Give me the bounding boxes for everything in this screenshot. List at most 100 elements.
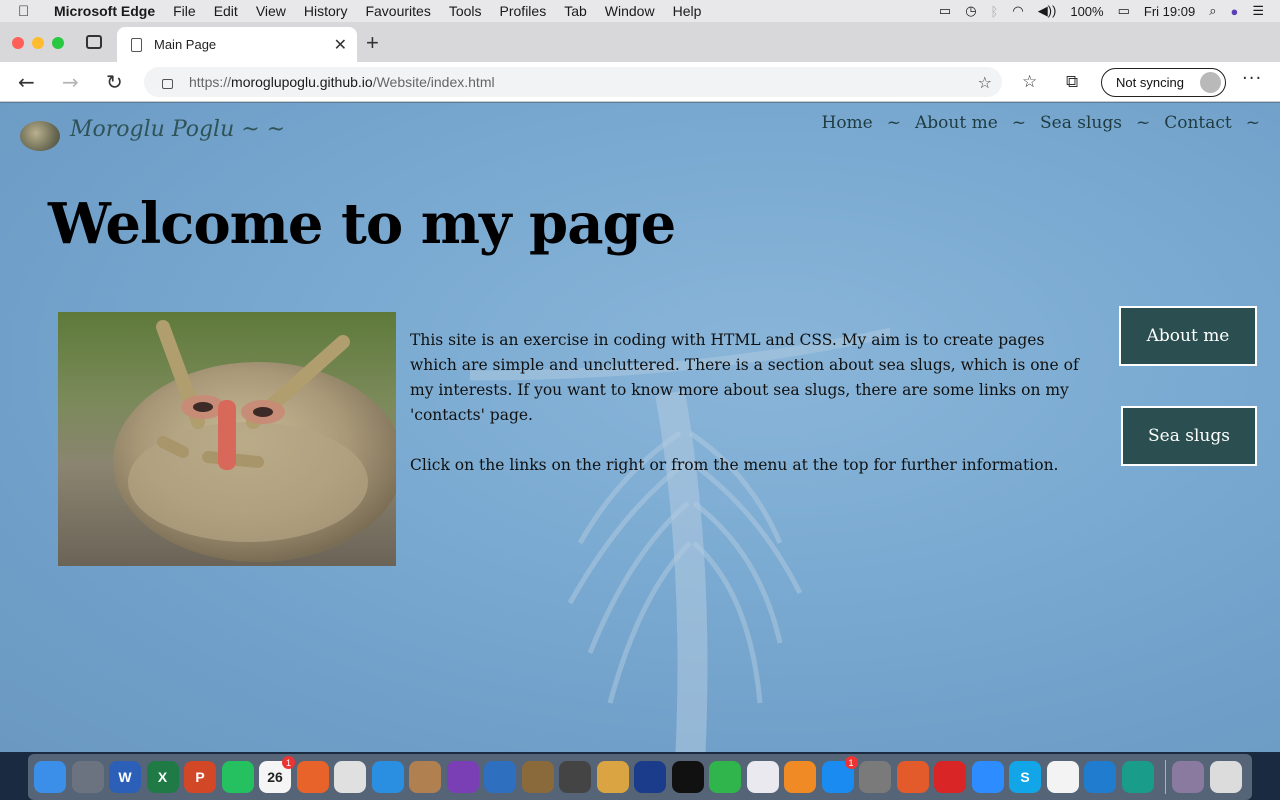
vscode-icon[interactable]: [1084, 761, 1116, 793]
close-tab-icon[interactable]: ✕: [334, 35, 347, 54]
menu-help[interactable]: Help: [673, 3, 702, 19]
menu-history[interactable]: History: [304, 3, 348, 19]
nav-about-me[interactable]: About me: [911, 113, 1002, 133]
tab-actions-icon[interactable]: [86, 35, 102, 49]
itunes-icon[interactable]: [746, 761, 779, 793]
nav-sea-slugs[interactable]: Sea slugs: [1036, 113, 1126, 133]
acrobat-icon[interactable]: [934, 761, 966, 793]
edge-icon[interactable]: [1121, 761, 1154, 793]
minimize-window-button[interactable]: [32, 37, 44, 49]
notification-badge: 1: [844, 756, 858, 769]
page-icon: [131, 37, 142, 52]
battery-percent: 100%: [1070, 3, 1104, 19]
menu-file[interactable]: File: [173, 3, 196, 19]
slug-photo: [58, 312, 396, 566]
facetime-icon[interactable]: [709, 761, 741, 793]
page-title: Welcome to my page: [48, 191, 676, 257]
volume-icon[interactable]: ◀)): [1038, 3, 1057, 19]
intro-paragraph: This site is an exercise in coding with …: [410, 331, 1079, 424]
time-machine-icon[interactable]: ◷: [965, 3, 976, 19]
books-icon[interactable]: [784, 761, 816, 793]
lock-icon[interactable]: [162, 79, 173, 89]
url-protocol: https://: [189, 74, 232, 90]
nav-separator: ~: [1245, 113, 1260, 133]
slug-illustration: [58, 312, 396, 566]
status-area: ▭ ◷ ᛒ ◠ ◀)) 100% ▭ Fri 19:09 ⌕ ● ☰: [925, 0, 1280, 22]
excel-icon[interactable]: X: [146, 761, 179, 793]
system-preferences-icon[interactable]: [859, 761, 891, 793]
address-bar[interactable]: https:// moroglupoglu.github.io /Website…: [144, 67, 1002, 97]
menu-tab[interactable]: Tab: [564, 3, 587, 19]
close-window-button[interactable]: [12, 37, 24, 49]
wifi-icon[interactable]: ◠: [1012, 3, 1023, 19]
contacts-icon[interactable]: [409, 761, 441, 793]
musescore-icon[interactable]: [484, 761, 516, 793]
sea-slugs-button[interactable]: Sea slugs: [1121, 406, 1257, 466]
battery-icon[interactable]: ▭: [1118, 3, 1130, 19]
desktop-dock-area: W X P 26 1 1 S: [0, 752, 1280, 800]
bluetooth-icon[interactable]: ᛒ: [991, 4, 999, 19]
clock[interactable]: Fri 19:09: [1144, 4, 1195, 19]
menu-bar:  Microsoft Edge File Edit View History …: [0, 0, 1280, 22]
dock-divider: [1165, 760, 1166, 794]
back-button[interactable]: ←: [18, 70, 35, 94]
trash-icon[interactable]: [1209, 761, 1242, 793]
app-name-menu[interactable]: Microsoft Edge: [54, 3, 155, 19]
spotlight-search-icon[interactable]: ⌕: [1209, 3, 1216, 19]
finder-icon[interactable]: [34, 761, 66, 793]
nav-home[interactable]: Home: [818, 113, 877, 133]
menu-view[interactable]: View: [256, 3, 286, 19]
notification-badge: 1: [282, 756, 295, 769]
menu-window[interactable]: Window: [605, 3, 655, 19]
web-page: Moroglu Poglu ~ ~ Home ~ About me ~ Sea …: [0, 103, 1280, 752]
word-icon[interactable]: W: [109, 761, 141, 793]
more-options-icon[interactable]: ···: [1242, 68, 1262, 89]
launchpad-icon[interactable]: [71, 761, 104, 793]
airplay-icon[interactable]: ▭: [939, 3, 951, 19]
music-app-icon[interactable]: [446, 761, 479, 793]
tab-main-page[interactable]: Main Page ✕: [117, 27, 357, 62]
nav-contact[interactable]: Contact: [1160, 113, 1236, 133]
preview-icon[interactable]: [596, 761, 629, 793]
calendar-icon[interactable]: 26 1: [259, 756, 295, 793]
audio-app-icon[interactable]: [634, 761, 666, 793]
sync-label: Not syncing: [1116, 75, 1184, 90]
tab-strip: Main Page ✕ +: [0, 22, 1280, 62]
menu-favourites[interactable]: Favourites: [365, 3, 430, 19]
site-name[interactable]: Moroglu Poglu ~ ~: [70, 117, 285, 142]
chrome-icon[interactable]: [334, 761, 366, 793]
add-favourite-icon[interactable]: ☆: [978, 73, 992, 92]
garage-app-icon[interactable]: [671, 761, 704, 793]
downloads-icon[interactable]: [1172, 761, 1204, 793]
siri-icon[interactable]: ●: [1230, 4, 1238, 19]
safari-icon[interactable]: [371, 761, 404, 793]
site-logo[interactable]: [20, 121, 60, 151]
excel-glyph: X: [157, 769, 168, 785]
site-nav: Home ~ About me ~ Sea slugs ~ Contact ~: [818, 113, 1271, 133]
powerpoint-icon[interactable]: P: [184, 761, 216, 793]
spiral-app-icon[interactable]: [896, 761, 929, 793]
url-host: moroglupoglu.github.io: [231, 74, 373, 90]
whatsapp-icon[interactable]: [221, 761, 254, 793]
guitar-app-icon[interactable]: [521, 761, 554, 793]
apple-icon[interactable]: : [18, 3, 40, 20]
menu-profiles[interactable]: Profiles: [500, 3, 547, 19]
skype-icon[interactable]: S: [1009, 761, 1041, 793]
menu-tools[interactable]: Tools: [449, 3, 482, 19]
app-store-icon[interactable]: 1: [821, 756, 858, 793]
fullscreen-window-button[interactable]: [52, 37, 64, 49]
zoom-icon[interactable]: [971, 761, 1004, 793]
control-center-icon[interactable]: ☰: [1252, 3, 1264, 19]
forward-button[interactable]: →: [62, 70, 79, 94]
firefox-icon[interactable]: [296, 761, 329, 793]
slack-icon[interactable]: [1046, 761, 1079, 793]
profile-sync-button[interactable]: Not syncing: [1101, 68, 1226, 97]
powerpoint-glyph: P: [195, 769, 205, 785]
utility-icon[interactable]: [559, 761, 591, 793]
reload-button[interactable]: ↻: [106, 70, 123, 94]
new-tab-button[interactable]: +: [366, 30, 379, 56]
favourites-icon[interactable]: ☆: [1022, 72, 1037, 92]
about-me-button[interactable]: About me: [1119, 306, 1257, 366]
collections-icon[interactable]: ⧉: [1066, 72, 1078, 92]
menu-edit[interactable]: Edit: [214, 3, 238, 19]
